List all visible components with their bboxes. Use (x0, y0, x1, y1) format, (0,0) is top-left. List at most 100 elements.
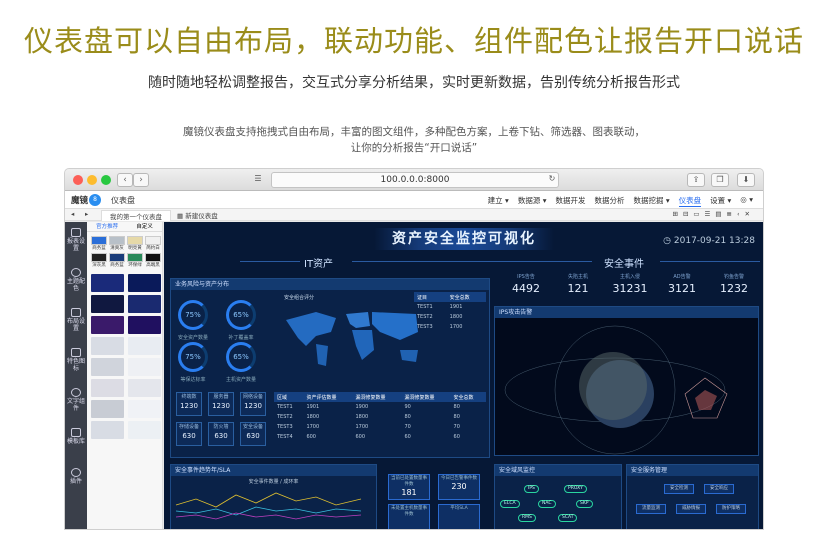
service-tag[interactable]: 安全检测 (664, 484, 694, 494)
map-legend-row: TEST3 1700 (417, 324, 463, 330)
theme-thumbnail[interactable] (128, 274, 161, 292)
theme-thumbnail[interactable] (128, 358, 161, 376)
menu-item-analysis[interactable]: 数据分析 (594, 195, 624, 207)
service-tag[interactable]: 防护策略 (716, 504, 746, 514)
sidebar-item-report[interactable]: 报表设置 (65, 228, 87, 252)
theme-thumbnail[interactable] (91, 421, 124, 439)
service-tag[interactable]: 安全响应 (704, 484, 734, 494)
metric-value: 181 (401, 488, 417, 497)
service-box-title: 安全服务管理 (627, 465, 758, 476)
dashboard-title: 资产安全监控可视化 (374, 228, 554, 250)
minimize-window-button[interactable] (87, 175, 97, 185)
trend-chart-title: 安全事件数量 / 成环率 (248, 479, 299, 485)
theme-thumbnail[interactable] (128, 400, 161, 418)
theme-thumbnail[interactable] (128, 316, 161, 334)
maximize-window-button[interactable] (101, 175, 111, 185)
service-box: 安全服务管理 (626, 464, 759, 529)
swatch-4[interactable]: 深灰黑 (91, 253, 107, 268)
swatch-label: 商务蓝 (110, 263, 124, 268)
tab-prev-icon[interactable]: ◂ (71, 210, 74, 218)
reader-icon[interactable]: ☰ (249, 173, 267, 187)
ring-gauge: 65% (226, 300, 256, 330)
stat-label: 主机入侵 (619, 274, 640, 280)
counter-value: 1230 (212, 402, 230, 410)
swatch-2[interactable]: 明亮黄 (127, 236, 143, 251)
flow-node[interactable]: SKP (576, 500, 593, 508)
menu-item-datasource[interactable]: 数据源 ▾ (518, 195, 547, 207)
theme-panel: 官方推荐 自定义 商务蓝 清爽灰 明亮黄 简约白 深灰黑 商务蓝 环保绿 高端黑 (87, 222, 163, 529)
menu-item-mining[interactable]: 数据挖掘 ▾ (633, 195, 669, 207)
flow-node[interactable]: RMS (518, 514, 536, 522)
tabs-icon[interactable]: ❐ (711, 173, 729, 187)
theme-thumbnail[interactable] (91, 316, 124, 334)
service-tag[interactable]: 威胁情报 (676, 504, 706, 514)
theme-thumbnail[interactable] (91, 358, 124, 376)
close-window-button[interactable] (73, 175, 83, 185)
map-legend-row: TEST2 1800 (417, 314, 463, 320)
theme-thumbnail[interactable] (128, 379, 161, 397)
stat-value: 4492 (512, 282, 540, 295)
tab-new-dashboard[interactable]: ▦ 新建仪表盘 (177, 210, 218, 220)
theme-thumbnail[interactable] (91, 295, 124, 313)
theme-thumbnail[interactable] (91, 379, 124, 397)
tab-custom[interactable]: 自定义 (136, 222, 153, 231)
address-bar[interactable]: 100.0.0.0:8000 (271, 172, 559, 188)
toolbar-icons[interactable]: ⊞⊟▭☰▤≣‹✕ (673, 210, 756, 218)
table-cell: 1800 (355, 414, 369, 420)
table-row: TEST4 600 600 60 60 (274, 432, 486, 442)
tab-first-dashboard[interactable]: 我的第一个仪表盘 (101, 210, 171, 221)
theme-thumbnail[interactable] (128, 295, 161, 313)
map-australia (400, 350, 418, 362)
sidebar-item-icons[interactable]: 特色图标 (65, 348, 87, 372)
counter-label: 安全设备 (242, 424, 263, 430)
sidebar-item-plugin[interactable]: 插件 (65, 468, 87, 485)
flow-node[interactable]: PROXY (564, 485, 587, 493)
download-icon[interactable]: ⬇ (737, 173, 755, 187)
theme-thumbnail[interactable] (91, 337, 124, 355)
swatch-0[interactable]: 商务蓝 (91, 236, 107, 251)
table-header-cell: 漏洞修复数量 (404, 394, 435, 401)
theme-thumbnail[interactable] (91, 274, 124, 292)
back-button[interactable]: ‹ (117, 173, 133, 187)
metric-label: 平均SLA (450, 506, 468, 511)
sidebar-item-theme[interactable]: 主题配色 (65, 268, 87, 292)
swatch-7[interactable]: 高端黑 (145, 253, 161, 268)
user-icon[interactable]: ◎ ▾ (740, 195, 753, 207)
swatch-5[interactable]: 商务蓝 (109, 253, 125, 268)
flow-node[interactable]: NAC (538, 500, 556, 508)
table-header-cell: 资产评估数量 (306, 394, 337, 401)
swatch-6[interactable]: 环保绿 (127, 253, 143, 268)
theme-thumbnail[interactable] (91, 400, 124, 418)
sidebar-item-text[interactable]: 文字组件 (65, 388, 87, 412)
swatch-color (127, 253, 143, 262)
service-tag[interactable]: 流量监测 (636, 504, 666, 514)
reload-icon[interactable]: ↻ (543, 173, 561, 187)
ring-label: 主机资产数量 (225, 377, 256, 383)
security-stat: 主机入侵 31231 (600, 273, 660, 295)
app-header: 魔镜 8 仪表盘 建立 ▾ 数据源 ▾ 数据开发 数据分析 数据挖掘 ▾ 仪表盘… (65, 191, 763, 209)
theme-thumbnail[interactable] (128, 337, 161, 355)
table-cell: 1700 (306, 424, 320, 430)
menu-item-dashboard[interactable]: 仪表盘 (678, 195, 702, 207)
sidebar-item-template[interactable]: 模板库 (65, 428, 87, 445)
stat-value: 3121 (668, 282, 696, 295)
theme-thumbnail[interactable] (128, 421, 161, 439)
tab-official[interactable]: 官方推荐 (96, 222, 118, 231)
trend-box: 安全事件趋势年/SLA 安全事件数量 / 成环率 (170, 464, 377, 529)
menu-item-dev[interactable]: 数据开发 (555, 195, 585, 207)
share-icon[interactable]: ⇪ (687, 173, 705, 187)
swatch-3[interactable]: 简约白 (145, 236, 161, 251)
swatch-1[interactable]: 清爽灰 (109, 236, 125, 251)
menu-item-settings[interactable]: 设置 ▾ (710, 195, 731, 207)
asset-counter: 存储设备 630 (176, 422, 202, 446)
forward-button[interactable]: › (133, 173, 149, 187)
flow-node[interactable]: SCAT (558, 514, 578, 522)
sidebar-item-layout[interactable]: 布局设置 (65, 308, 87, 332)
ips-box: IPS攻击告警 (494, 306, 759, 456)
flow-node[interactable]: ELCA (500, 500, 520, 508)
flow-node[interactable]: IPS (524, 485, 539, 493)
tab-next-icon[interactable]: ▸ (85, 210, 88, 218)
map-legend-head: 证目 安全总数 (414, 292, 486, 302)
menu-item-build[interactable]: 建立 ▾ (488, 195, 509, 207)
stat-label: 失陷主机 (567, 274, 588, 280)
